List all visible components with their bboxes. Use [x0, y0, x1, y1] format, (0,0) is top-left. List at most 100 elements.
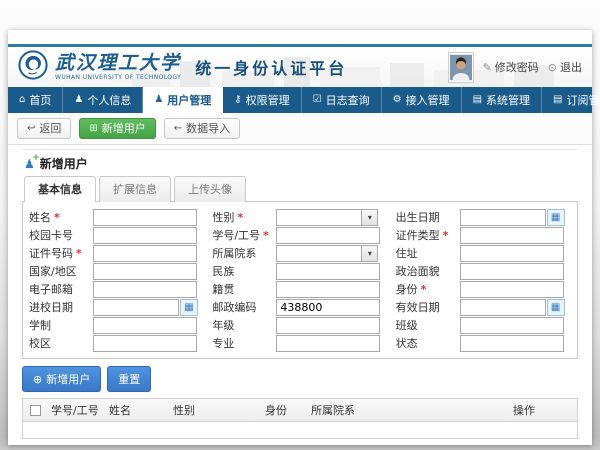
field-label-text: 性别 — [212, 209, 234, 225]
change-password-label: 修改密码 — [495, 59, 539, 75]
form-field: 性别 * ▾ — [208, 208, 391, 226]
field-label: 状态 — [392, 335, 460, 351]
nav-item-system-management[interactable]: ▤ 系统管理 — [462, 87, 542, 113]
back-arrow-icon: ↩ — [27, 123, 35, 135]
field-label: 学制 — [25, 317, 93, 333]
field-input[interactable] — [460, 281, 564, 298]
field-label: 证件号码 * — [25, 245, 93, 261]
field-input[interactable] — [460, 209, 546, 226]
field-input[interactable] — [276, 227, 380, 244]
nav-item-permissions[interactable]: ⚷ 权限管理 — [223, 87, 301, 113]
nav-item-label: 首页 — [29, 92, 51, 108]
field-input[interactable] — [93, 317, 197, 334]
required-asterisk: * — [76, 247, 82, 260]
document-icon: ▤ — [473, 95, 482, 105]
nav-item-log-query[interactable]: ☑ 日志查询 — [302, 87, 382, 113]
field-label-text: 国家/地区 — [29, 263, 77, 279]
nav-item-home[interactable]: ⌂ 首页 — [8, 87, 63, 113]
logout-link[interactable]: ⊙ 退出 — [548, 59, 582, 75]
table-empty-body — [23, 422, 577, 438]
field-input[interactable] — [460, 263, 564, 280]
field-input[interactable] — [460, 299, 546, 316]
field-label-text: 学制 — [29, 317, 51, 333]
form-grid: 姓名 * 性别 * — [25, 208, 575, 352]
nav-item-profile[interactable]: ♟ 个人信息 — [63, 87, 143, 113]
field-input[interactable] — [276, 245, 362, 262]
field-input[interactable] — [460, 227, 564, 244]
nav-item-label: 用户管理 — [167, 92, 211, 108]
field-label: 姓名 * — [25, 209, 93, 225]
field-label-text: 年级 — [212, 317, 234, 333]
form-field: 学号/工号 * — [208, 226, 391, 244]
field-label: 政治面貌 — [392, 263, 460, 279]
form-field: 年级 — [208, 316, 391, 334]
nav-item-label: 日志查询 — [326, 92, 370, 108]
nav-item-label: 权限管理 — [246, 92, 290, 108]
chevron-down-icon[interactable]: ▾ — [362, 209, 378, 226]
field-input[interactable] — [93, 245, 197, 262]
tab-basic-info[interactable]: 基本信息 — [24, 176, 96, 202]
tab-extended-info[interactable]: 扩展信息 — [99, 176, 171, 202]
add-box-icon: ⊞ — [89, 123, 97, 135]
form-field: 有效日期 ▦ — [392, 298, 575, 316]
form-field: 进校日期 ▦ — [25, 298, 208, 316]
field-input[interactable] — [276, 317, 380, 334]
field-input[interactable] — [276, 281, 380, 298]
tab-bar: 基本信息 扩展信息 上传头像 — [22, 176, 578, 202]
tab-label: 扩展信息 — [113, 183, 157, 196]
add-user-toolbar-button[interactable]: ⊞ 新增用户 — [79, 118, 155, 139]
nav-item-label: 系统管理 — [486, 92, 530, 108]
field-input[interactable] — [93, 281, 197, 298]
field-label-text: 身份 — [396, 281, 418, 297]
browser-page: 武汉理工大学 WUHAN UNIVERSITY OF TECHNOLOGY 统一… — [8, 30, 592, 445]
section-header: ♟+ 新增用户 — [22, 149, 578, 176]
reset-button[interactable]: 重置 — [107, 366, 151, 392]
data-import-button[interactable]: ← 数据导入 — [164, 118, 240, 139]
add-user-toolbar-label: 新增用户 — [102, 122, 146, 135]
calendar-icon[interactable]: ▦ — [547, 209, 565, 226]
field-label-text: 电子邮箱 — [29, 281, 73, 297]
field-input[interactable] — [460, 317, 564, 334]
field-input[interactable] — [276, 299, 380, 316]
field-input[interactable] — [276, 335, 380, 352]
field-input[interactable] — [276, 263, 380, 280]
field-label-text: 学号/工号 — [212, 227, 260, 243]
table-column-header: 所属院系 — [307, 399, 509, 421]
field-label-text: 专业 — [212, 335, 234, 351]
required-asterisk: * — [263, 229, 269, 242]
reset-button-label: 重置 — [118, 371, 140, 387]
form-field: 身份 * — [392, 280, 575, 298]
document-icon: ▤ — [553, 95, 562, 105]
chevron-down-icon[interactable]: ▾ — [362, 245, 378, 262]
field-input[interactable] — [460, 335, 564, 352]
field-input[interactable] — [93, 335, 197, 352]
platform-title: 统一身份认证平台 — [195, 55, 347, 79]
back-button[interactable]: ↩ 返回 — [17, 118, 71, 139]
submit-add-user-button[interactable]: ⊕ 新增用户 — [22, 366, 101, 392]
nav-item-access-management[interactable]: ⚙ 接入管理 — [382, 87, 462, 113]
change-password-link[interactable]: ✎ 修改密码 — [483, 59, 539, 75]
import-arrow-icon: ← — [174, 123, 182, 135]
field-input[interactable] — [460, 245, 564, 262]
basic-info-form: 姓名 * 性别 * — [22, 202, 578, 359]
field-label-text: 校园卡号 — [29, 227, 73, 243]
tab-upload-avatar[interactable]: 上传头像 — [174, 176, 246, 202]
field-label: 年级 — [208, 317, 276, 333]
form-actions: ⊕ 新增用户 重置 — [22, 366, 578, 392]
field-input[interactable] — [93, 209, 197, 226]
field-input[interactable] — [93, 299, 179, 316]
calendar-icon[interactable]: ▦ — [180, 299, 198, 316]
form-field: 班级 — [392, 316, 575, 334]
nav-item-label: 接入管理 — [406, 92, 450, 108]
nav-item-user-management[interactable]: ♟ 用户管理 — [143, 87, 223, 113]
field-input[interactable] — [93, 227, 197, 244]
nav-item-subscription-management[interactable]: ▤ 订阅管理 — [542, 87, 600, 113]
form-field: 国家/地区 — [25, 262, 208, 280]
field-label: 班级 — [392, 317, 460, 333]
field-input[interactable] — [276, 209, 362, 226]
calendar-icon[interactable]: ▦ — [547, 299, 565, 316]
field-input[interactable] — [93, 263, 197, 280]
form-field: 所属院系 ▾ — [208, 244, 391, 262]
select-all-checkbox[interactable] — [30, 405, 41, 416]
pencil-icon: ✎ — [483, 61, 492, 74]
